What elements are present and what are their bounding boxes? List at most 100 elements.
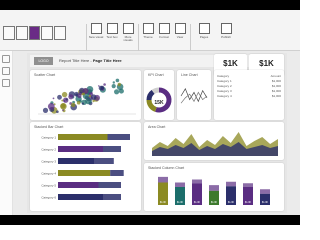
data-label: $1.0K xyxy=(211,201,218,204)
format-icon xyxy=(158,23,170,34)
scatter-point xyxy=(98,85,104,91)
stacked-column-chart: $1.0K $1.0K $1.0K $1.0K $1.0K $1.0K $1.0K xyxy=(158,176,270,205)
scatter-chart xyxy=(38,78,136,115)
kpi-chart-card[interactable]: KPI Chart 15K xyxy=(144,70,174,120)
bar-segment xyxy=(107,134,130,140)
scatter-point xyxy=(88,94,92,98)
area-chart xyxy=(152,132,278,156)
scatter-point xyxy=(82,92,85,96)
scatter-point xyxy=(61,99,64,102)
table-cell: Category 4 xyxy=(217,93,232,98)
ribbon-separator xyxy=(138,24,139,52)
theme-thumb[interactable] xyxy=(15,26,28,40)
scatter-point xyxy=(47,103,55,110)
view-icon xyxy=(174,23,186,34)
table-cell: $1,000 xyxy=(271,93,281,98)
publish-icon xyxy=(220,23,232,34)
line-series xyxy=(180,91,208,104)
area-chart-card[interactable]: Area Chart xyxy=(144,122,284,160)
data-label: $1.0K xyxy=(262,201,269,204)
stacked-bar-card[interactable]: Stacked Bar Chart Category 1 Category 2 Ca… xyxy=(30,122,141,211)
line-chart xyxy=(180,88,208,104)
bar-segment xyxy=(58,182,99,188)
data-label: $1.0K xyxy=(245,201,252,204)
report-title: Report Title Here - Page Title Here xyxy=(59,58,122,63)
bar-segment xyxy=(98,182,121,188)
scatter-point xyxy=(77,93,82,99)
theme-thumb[interactable] xyxy=(54,26,66,40)
bar-segment xyxy=(94,158,114,164)
scatter-point xyxy=(117,82,122,87)
line-chart-card[interactable]: Line Chart xyxy=(177,70,211,120)
scatter-point xyxy=(61,91,68,98)
bar-segment xyxy=(58,158,94,164)
scatter-point xyxy=(76,100,81,105)
bar-segment xyxy=(58,146,103,152)
bar-segment xyxy=(103,146,121,152)
column-segment xyxy=(175,182,185,187)
scatter-point xyxy=(42,107,49,113)
ribbon-separator xyxy=(190,24,191,52)
theme-thumb-selected[interactable] xyxy=(28,26,41,40)
scatter-point xyxy=(81,102,84,105)
column-segment xyxy=(209,185,219,191)
scatter-point xyxy=(52,97,55,100)
theme-thumb[interactable] xyxy=(3,26,15,40)
theme-thumb[interactable] xyxy=(41,26,54,40)
column-segment xyxy=(192,179,202,184)
scatter-point xyxy=(103,83,106,86)
category-label: Category 4 xyxy=(41,172,56,176)
scatter-point xyxy=(71,102,76,108)
scatter-point xyxy=(56,110,59,113)
data-view-icon[interactable] xyxy=(2,67,10,75)
donut-slice xyxy=(151,87,160,95)
category-label: Category 3 xyxy=(41,160,56,164)
model-view-icon[interactable] xyxy=(2,79,10,87)
scatter-point xyxy=(57,94,62,100)
scatter-point xyxy=(111,84,116,89)
report-view-icon[interactable] xyxy=(2,55,10,63)
scatter-point xyxy=(90,94,97,100)
kpi-value: $1K xyxy=(259,59,274,68)
data-label: $1.0K xyxy=(228,201,235,204)
more-visuals-icon xyxy=(122,23,134,34)
table-card[interactable]: Category Amount Category 1 $1,000 Catego… xyxy=(214,70,284,120)
table-row[interactable]: Category 4 $1,000 xyxy=(217,93,281,98)
page-title: Page Title Here xyxy=(92,58,122,63)
logo: LOGO xyxy=(34,57,53,65)
donut-chart: 15K xyxy=(146,87,172,113)
theme-icon xyxy=(142,23,154,34)
column-segment xyxy=(158,176,168,183)
bar-segment xyxy=(103,194,121,200)
stacked-bar-chart: Category 1 Category 2 Category 3 Category 4… xyxy=(41,134,130,200)
data-label: $1.0K xyxy=(160,201,167,204)
category-label: Category 5 xyxy=(41,184,56,188)
theme-gallery[interactable] xyxy=(3,26,66,40)
column-segment xyxy=(243,183,253,187)
column-segment xyxy=(226,181,236,187)
ribbon-separator xyxy=(86,24,87,52)
bar-segment xyxy=(58,170,111,176)
scatter-point xyxy=(65,98,68,101)
pages-icon xyxy=(198,23,210,34)
column-segment xyxy=(260,189,270,194)
scatter-chart-card[interactable]: Scatter Chart xyxy=(30,70,141,120)
scatter-point xyxy=(115,78,120,83)
scatter-point xyxy=(60,103,67,110)
scatter-point xyxy=(114,89,120,95)
stacked-column-card[interactable]: Stacked Column Chart $1.0K $1.0K $1.0K $1.0… xyxy=(144,163,284,211)
left-rail xyxy=(0,51,13,215)
category-label: Category 1 xyxy=(41,136,56,140)
table-visual: Category Amount Category 1 $1,000 Catego… xyxy=(217,74,281,98)
bar-segment xyxy=(58,134,108,140)
category-label: Category 2 xyxy=(41,148,56,152)
letterbox-bottom xyxy=(0,215,300,225)
letterbox-top xyxy=(0,0,300,10)
donut-center-value: 15K xyxy=(154,100,164,106)
scatter-point xyxy=(68,94,74,100)
data-label: $1.0K xyxy=(177,201,184,204)
donut-slice xyxy=(146,89,155,101)
report-canvas: LOGO Report Title Here - Page Title Here… xyxy=(13,51,300,215)
scatter-point xyxy=(112,81,116,84)
data-label: $1.0K xyxy=(194,201,201,204)
